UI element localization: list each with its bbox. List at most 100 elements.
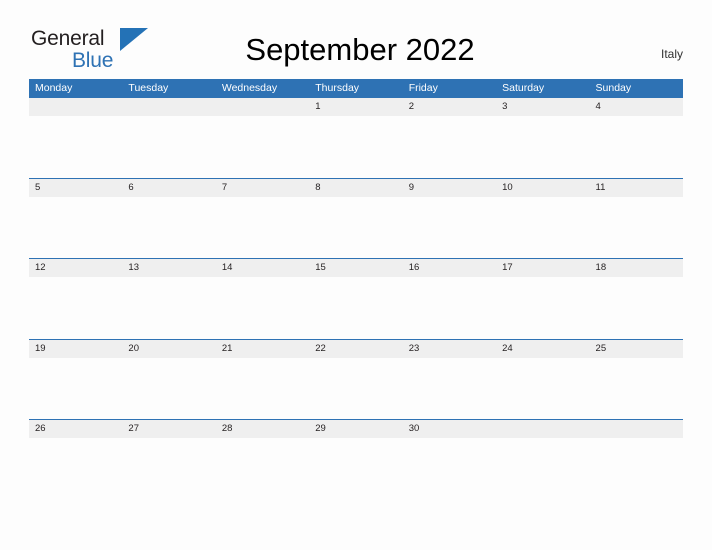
day-number[interactable]: 4 — [590, 98, 683, 116]
country-label: Italy — [660, 47, 683, 61]
day-number[interactable]: 11 — [590, 179, 683, 197]
day-cell[interactable] — [590, 277, 683, 339]
day-cell[interactable] — [590, 358, 683, 420]
weekday-header-friday: Friday — [408, 82, 438, 94]
day-cell[interactable] — [309, 277, 402, 339]
day-cell[interactable] — [216, 438, 309, 500]
day-cell[interactable] — [403, 116, 496, 178]
day-number[interactable]: 13 — [122, 259, 215, 277]
day-cell[interactable] — [403, 358, 496, 420]
calendar-week-row: 1 2 3 4 — [29, 97, 683, 178]
day-cell[interactable] — [403, 438, 496, 500]
day-number[interactable] — [590, 420, 683, 438]
day-cell[interactable] — [403, 277, 496, 339]
week-date-band: 26 27 28 29 30 — [29, 420, 683, 438]
week-body-band — [29, 357, 683, 420]
day-cell[interactable] — [590, 438, 683, 500]
day-cell[interactable] — [496, 358, 589, 420]
day-number[interactable]: 24 — [496, 340, 589, 358]
day-number[interactable]: 1 — [309, 98, 402, 116]
day-cell[interactable] — [29, 197, 122, 259]
day-number[interactable]: 30 — [403, 420, 496, 438]
day-number[interactable]: 3 — [496, 98, 589, 116]
day-cell[interactable] — [29, 438, 122, 500]
brand-triangle-icon — [120, 28, 148, 51]
day-number[interactable]: 19 — [29, 340, 122, 358]
day-cell[interactable] — [496, 438, 589, 500]
week-body-band — [29, 277, 683, 339]
day-cell[interactable] — [29, 277, 122, 339]
day-cell[interactable] — [216, 358, 309, 420]
brand-logo[interactable]: General Blue — [31, 27, 161, 72]
day-cell[interactable] — [309, 358, 402, 420]
day-cell[interactable] — [309, 438, 402, 500]
day-cell[interactable] — [122, 116, 215, 178]
day-cell[interactable] — [122, 277, 215, 339]
day-cell[interactable] — [590, 197, 683, 259]
day-number[interactable] — [122, 98, 215, 116]
weekday-header-saturday: Saturday — [502, 82, 545, 94]
day-cell[interactable] — [216, 197, 309, 259]
day-cell[interactable] — [122, 438, 215, 500]
day-cell[interactable] — [403, 197, 496, 259]
day-cell[interactable] — [496, 197, 589, 259]
week-body-band — [29, 438, 683, 500]
weekday-header-sunday: Sunday — [595, 82, 632, 94]
calendar-grid: Monday Tuesday Wednesday Thursday Friday… — [29, 79, 683, 500]
day-number[interactable]: 5 — [29, 179, 122, 197]
week-body-band — [29, 196, 683, 259]
page-header: General Blue September 2022 Italy — [0, 0, 712, 78]
day-cell[interactable] — [122, 197, 215, 259]
weekday-header-monday: Monday — [35, 82, 73, 94]
day-number[interactable]: 14 — [216, 259, 309, 277]
day-number[interactable]: 23 — [403, 340, 496, 358]
day-number[interactable]: 27 — [122, 420, 215, 438]
day-number[interactable]: 10 — [496, 179, 589, 197]
day-cell[interactable] — [496, 116, 589, 178]
day-number[interactable] — [29, 98, 122, 116]
day-number[interactable]: 15 — [309, 259, 402, 277]
day-cell[interactable] — [29, 116, 122, 178]
day-number[interactable]: 12 — [29, 259, 122, 277]
day-number[interactable]: 20 — [122, 340, 215, 358]
day-number[interactable]: 17 — [496, 259, 589, 277]
day-cell[interactable] — [216, 277, 309, 339]
day-number[interactable]: 6 — [122, 179, 215, 197]
brand-name-blue: Blue — [72, 49, 114, 72]
day-cell[interactable] — [496, 277, 589, 339]
day-number[interactable]: 26 — [29, 420, 122, 438]
week-date-band: 19 20 21 22 23 24 25 — [29, 339, 683, 358]
week-body-band — [29, 116, 683, 178]
week-date-band: 12 13 14 15 16 17 18 — [29, 259, 683, 277]
day-number[interactable]: 9 — [403, 179, 496, 197]
day-number[interactable]: 7 — [216, 179, 309, 197]
weekday-header-wednesday: Wednesday — [221, 82, 278, 94]
day-number[interactable] — [216, 98, 309, 116]
weekday-header-row: Monday Tuesday Wednesday Thursday Friday… — [29, 79, 683, 97]
day-cell[interactable] — [216, 116, 309, 178]
brand-name-general: General — [31, 27, 105, 50]
day-number[interactable]: 21 — [216, 340, 309, 358]
calendar-week-row: 26 27 28 29 30 — [29, 419, 683, 500]
day-cell[interactable] — [309, 197, 402, 259]
day-number[interactable] — [496, 420, 589, 438]
day-cell[interactable] — [29, 358, 122, 420]
day-number[interactable]: 16 — [403, 259, 496, 277]
day-number[interactable]: 22 — [309, 340, 402, 358]
weekday-header-tuesday: Tuesday — [128, 82, 169, 94]
day-cell[interactable] — [590, 116, 683, 178]
day-number[interactable]: 8 — [309, 179, 402, 197]
day-number[interactable]: 29 — [309, 420, 402, 438]
page-title: September 2022 — [245, 32, 475, 67]
day-cell[interactable] — [309, 116, 402, 178]
day-number[interactable]: 25 — [590, 340, 683, 358]
calendar-week-row: 19 20 21 22 23 24 25 — [29, 338, 683, 420]
day-number[interactable]: 28 — [216, 420, 309, 438]
day-cell[interactable] — [122, 358, 215, 420]
week-date-band: 1 2 3 4 — [29, 98, 683, 116]
weekday-header-thursday: Thursday — [315, 82, 360, 94]
day-number[interactable]: 2 — [403, 98, 496, 116]
week-date-band: 5 6 7 8 9 10 11 — [29, 178, 683, 197]
calendar-week-row: 12 13 14 15 16 17 18 — [29, 258, 683, 339]
day-number[interactable]: 18 — [590, 259, 683, 277]
